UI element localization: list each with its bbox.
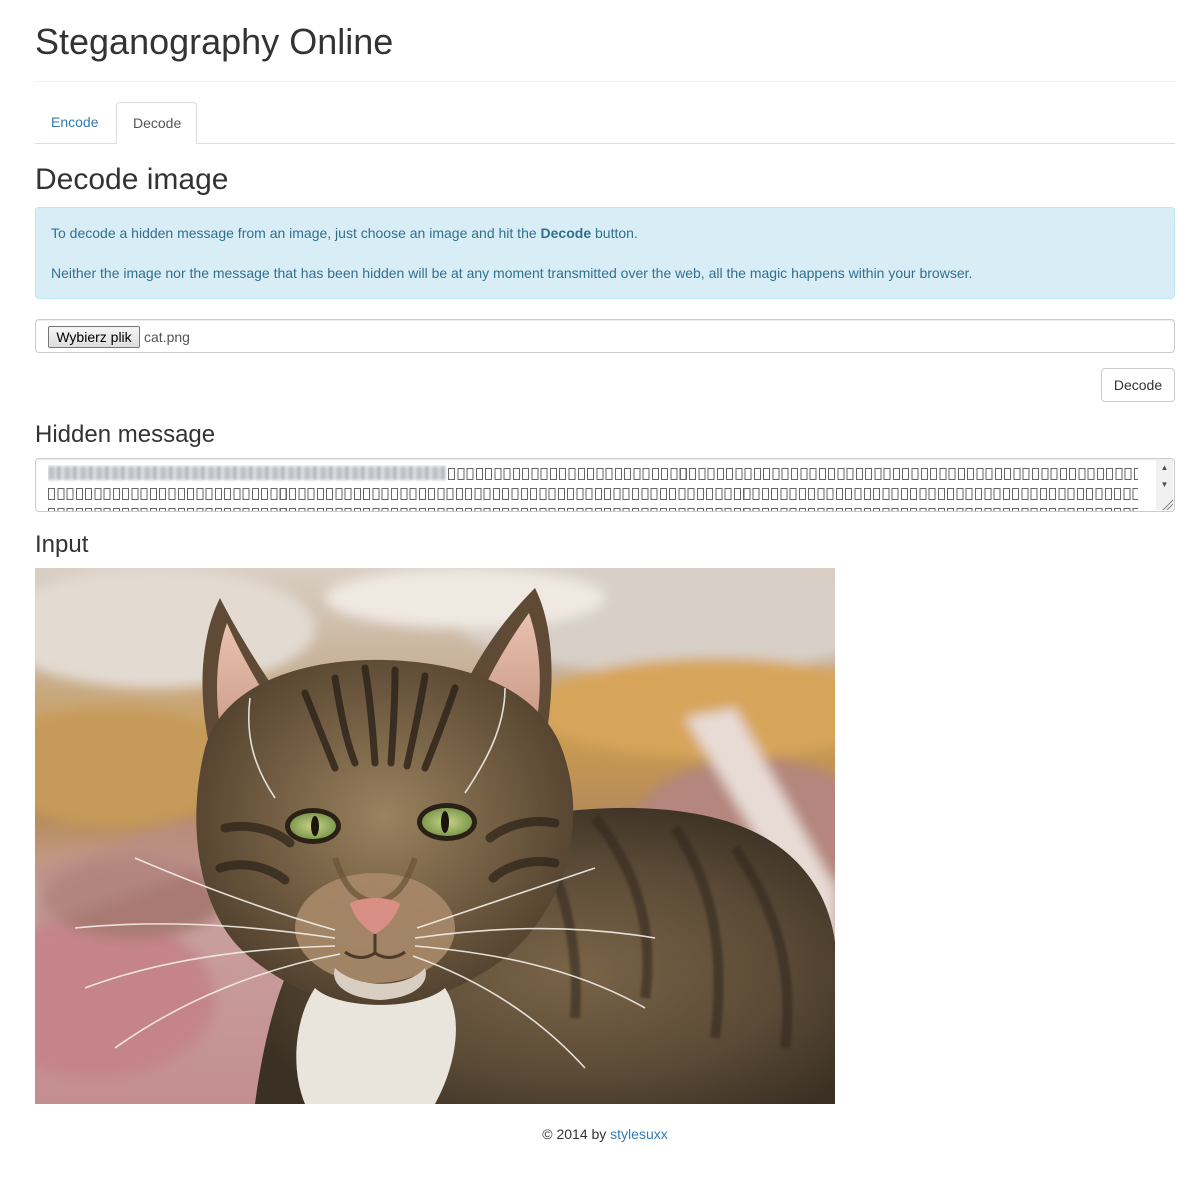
tab-bar: Encode Decode <box>35 102 1175 144</box>
input-title: Input <box>35 531 89 558</box>
author-link[interactable]: stylesuxx <box>610 1126 668 1142</box>
hidden-message-textarea[interactable]: ▲ ▼ <box>35 458 1175 512</box>
garbled-glyphs <box>448 465 1138 485</box>
message-line <box>48 505 1144 511</box>
decode-title: Decode image <box>35 163 229 196</box>
hidden-message-content <box>48 465 1144 511</box>
scroll-up-arrow-icon[interactable]: ▲ <box>1156 460 1173 475</box>
footer: © 2014 by stylesuxx <box>35 1126 1175 1143</box>
choose-file-button[interactable]: Wybierz plik <box>48 326 140 348</box>
resize-grip-icon[interactable] <box>1161 498 1173 510</box>
info-line-1-end: button. <box>591 225 638 241</box>
page-title: Steganography Online <box>35 21 394 62</box>
info-line-2: Neither the image nor the message that h… <box>51 265 973 281</box>
tab-decode[interactable]: Decode <box>116 102 197 144</box>
garbled-glyphs <box>48 485 1138 505</box>
info-alert: To decode a hidden message from an image… <box>35 207 1175 299</box>
info-line-1-text: To decode a hidden message from an image… <box>51 225 541 241</box>
message-line <box>48 485 1144 505</box>
blurred-text <box>48 466 446 480</box>
scroll-down-arrow-icon[interactable]: ▼ <box>1156 477 1173 492</box>
footer-text: © 2014 by <box>542 1126 611 1142</box>
title-divider <box>35 81 1175 82</box>
garbled-glyphs <box>48 505 1138 511</box>
selected-file-name: cat.png <box>144 329 190 345</box>
tab-encode[interactable]: Encode <box>35 102 114 143</box>
message-line <box>48 465 1144 485</box>
file-input[interactable]: Wybierz plik cat.png <box>35 319 1175 353</box>
info-line-1: To decode a hidden message from an image… <box>51 225 1159 242</box>
decode-button[interactable]: Decode <box>1101 368 1175 402</box>
input-image <box>35 568 835 1104</box>
hidden-message-title: Hidden message <box>35 421 216 448</box>
info-line-1-bold: Decode <box>540 225 592 241</box>
